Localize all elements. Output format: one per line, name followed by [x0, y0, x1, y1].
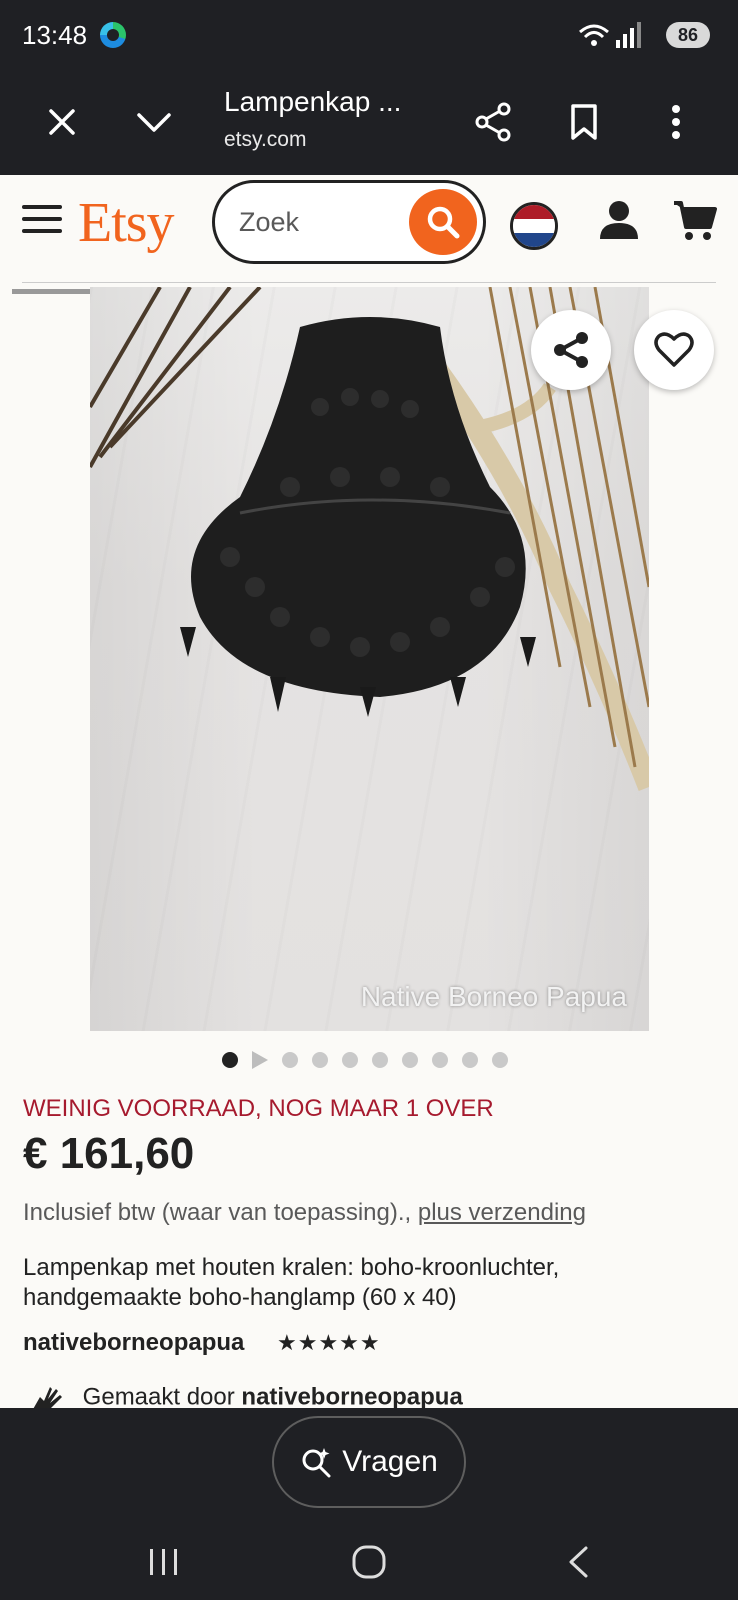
search-button[interactable] — [409, 189, 477, 255]
wifi-icon — [579, 22, 641, 48]
scroll-indicator — [12, 289, 92, 294]
etsy-logo[interactable]: Etsy — [78, 191, 175, 255]
share-icon[interactable] — [469, 98, 517, 146]
rating-stars[interactable]: ★★★★★ — [277, 1330, 381, 1356]
etsy-header: Etsy — [0, 175, 738, 280]
vat-text: Inclusief btw (waar van toepassing)., — [23, 1199, 412, 1226]
made-by-prefix: Gemaakt door — [82, 1383, 235, 1411]
battery-icon: 86 — [666, 22, 710, 48]
share-icon — [554, 332, 588, 368]
chevron-down-icon[interactable] — [130, 98, 178, 146]
more-vertical-icon[interactable] — [652, 98, 700, 146]
cart-icon[interactable] — [672, 197, 718, 243]
image-carousel-dots[interactable] — [222, 1050, 508, 1070]
product-title: Lampenkap met houten kralen: boho-kroonl… — [23, 1254, 560, 1311]
bookmark-icon[interactable] — [560, 98, 608, 146]
product-image[interactable]: Native Borneo Papua — [90, 287, 649, 1031]
search-bar[interactable] — [212, 180, 486, 264]
user-icon[interactable] — [596, 197, 642, 243]
carousel-dot[interactable] — [342, 1052, 358, 1068]
recent-apps-icon[interactable] — [144, 1542, 184, 1582]
bottom-bar: Vragen — [0, 1408, 738, 1600]
status-time: 13:48 — [22, 20, 88, 50]
heart-icon — [654, 332, 694, 367]
image-watermark: Native Borneo Papua — [360, 981, 627, 1012]
back-icon[interactable] — [558, 1542, 598, 1582]
home-icon[interactable] — [349, 1542, 389, 1582]
system-navbar — [0, 1532, 738, 1592]
browser-domain[interactable]: etsy.com — [224, 128, 306, 152]
close-icon[interactable] — [38, 98, 86, 146]
carousel-dot[interactable] — [432, 1052, 448, 1068]
made-by-shop[interactable]: nativeborneopapua — [241, 1383, 462, 1410]
carousel-dot[interactable] — [312, 1052, 328, 1068]
product-price: € 161,60 — [23, 1129, 195, 1178]
shipping-link[interactable]: plus verzending — [418, 1199, 586, 1226]
carousel-dot[interactable] — [222, 1052, 238, 1068]
browser-toolbar: Lampenkap ... etsy.com — [0, 70, 738, 175]
flag-nl-icon[interactable] — [510, 202, 558, 250]
header-divider — [22, 282, 716, 283]
ask-button[interactable]: Vragen — [272, 1416, 466, 1508]
search-input[interactable] — [239, 203, 389, 241]
stock-notice: WEINIG VOORRAAD, NOG MAAR 1 OVER — [23, 1095, 494, 1122]
share-button[interactable] — [531, 310, 611, 390]
sparkle-search-icon — [302, 1448, 331, 1478]
ask-label: Vragen — [342, 1445, 438, 1478]
menu-icon[interactable] — [22, 202, 62, 236]
carousel-dot[interactable] — [492, 1052, 508, 1068]
chandelier-illustration — [90, 287, 649, 791]
vat-info: Inclusief btw (waar van toepassing)., pl… — [23, 1199, 586, 1227]
carousel-dot[interactable] — [402, 1052, 418, 1068]
carousel-dot[interactable] — [372, 1052, 388, 1068]
favorite-button[interactable] — [634, 310, 714, 390]
shop-name[interactable]: nativeborneopapua — [23, 1329, 244, 1357]
browser-page-title[interactable]: Lampenkap ... — [224, 86, 401, 118]
carousel-dot[interactable] — [282, 1052, 298, 1068]
video-play-icon[interactable] — [252, 1051, 268, 1069]
edge-icon — [100, 22, 126, 48]
carousel-dot[interactable] — [462, 1052, 478, 1068]
search-icon — [427, 206, 460, 239]
status-bar: 13:48 86 — [0, 0, 738, 70]
